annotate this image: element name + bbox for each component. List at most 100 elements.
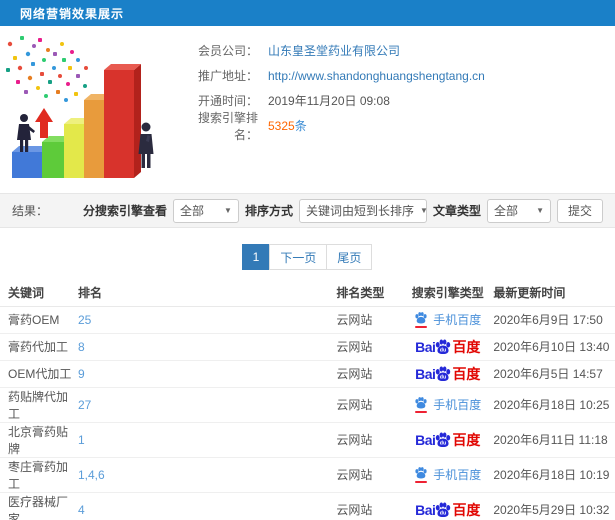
rank-link[interactable]: 27 [78,398,91,412]
result-label: 结果： [12,204,49,218]
engine-filter-select[interactable]: 全部 ▼ [172,198,239,223]
svg-text:du: du [440,348,446,354]
svg-text:du: du [440,511,446,517]
updated-cell: 2020年6月10日 13:40 [493,333,615,361]
bar-chart-illustration-image [6,36,154,178]
table-row: 膏药OEM 25 云网站 手机百度 2020年6月9日 17:50 [0,306,615,334]
rank-count-label: 搜索引擎排名： [197,110,258,142]
rank-cell: 25 [78,306,337,334]
engine-filter-label: 分搜索引擎查看 [82,204,167,218]
rank-link[interactable]: 1,4,6 [78,468,105,482]
updated-cell: 2020年6月5日 14:57 [493,360,615,388]
engine-cell: Bai du 百度 [402,360,494,388]
engine-cell: 手机百度 [402,387,494,423]
rank-type-cell: 云网站 [336,333,403,361]
promo-url-label: 推广地址： [197,69,258,83]
baidu-paw-icon: du [436,432,451,448]
article-type-label: 文章类型 [432,204,481,218]
page-button-current[interactable]: 1 [241,244,271,270]
baidu-logo-bai: Bai [415,432,436,448]
baidu-paw-icon [415,397,427,409]
next-page-button[interactable]: 下一页 [269,244,328,270]
keyword-cell: 医疗器械厂家 [0,492,78,520]
engine-filter-value: 全部 [179,204,204,218]
engine-cell: 手机百度 [402,457,494,493]
table-row: 药贴牌代加工 27 云网站 手机百度 2020年6月18日 10:25 [0,387,615,423]
rank-link[interactable]: 9 [78,367,85,381]
table-row: 枣庄膏药加工 1,4,6 云网站 手机百度 2020年6月18日 10:19 [0,457,615,493]
chevron-down-icon: ▼ [536,206,544,215]
baidu-logo-cn: 百度 [452,339,481,355]
red-underline [415,326,428,328]
header-updated: 最新更新时间 [493,279,615,307]
sort-filter-value: 关键词由短到长排序 [305,204,414,218]
svg-text:du: du [440,441,446,447]
bars [12,64,141,178]
baidu-paw-icon [415,312,427,324]
info-row-company: 会员公司： 山东皇圣堂药业有限公司 [190,38,615,63]
title-bar: 网络营销效果展示 [0,0,615,26]
article-type-select[interactable]: 全部 ▼ [486,198,551,223]
company-label: 会员公司： [197,44,258,58]
updated-cell: 2020年6月11日 11:18 [493,422,615,458]
pagination: 1 下一页 尾页 [0,244,615,270]
rank-link[interactable]: 4 [78,503,85,517]
baidu-logo: Bai du 百度 [415,338,481,355]
last-page-button[interactable]: 尾页 [326,244,373,270]
results-table-body: 膏药OEM 25 云网站 手机百度 2020年6月9日 17:50 膏药代加工 … [0,306,615,520]
info-section: 会员公司： 山东皇圣堂药业有限公司 推广地址： http://www.shand… [0,26,615,193]
rank-link[interactable]: 25 [78,313,91,327]
mobile-baidu-logo: 手机百度 [414,311,481,328]
baidu-logo: Bai du 百度 [415,365,480,382]
rank-type-cell: 云网站 [336,457,403,493]
header-engine-type: 搜索引擎类型 [402,279,494,307]
rank-count-value: 5325 [268,118,295,133]
red-underline [415,481,428,483]
open-time-value: 2019年11月20日 09:08 [268,94,390,108]
table-row: 医疗器械厂家 4 云网站 Bai du 百度 2020年5月29日 10:32 [0,492,615,520]
engine-cell: Bai du 百度 [402,422,494,458]
submit-button[interactable]: 提交 [556,198,603,223]
rank-link[interactable]: 1 [78,433,85,447]
updated-cell: 2020年5月29日 10:32 [493,492,615,520]
rank-link[interactable]: 8 [78,340,85,354]
red-underline [415,411,428,413]
rank-cell: 8 [78,333,337,361]
sort-filter-label: 排序方式 [244,204,293,218]
rank-cell: 27 [78,387,337,423]
keyword-cell: 北京膏药贴牌 [0,422,78,458]
page-title: 网络营销效果展示 [20,6,125,21]
rank-cell: 1 [78,422,337,458]
baidu-logo-cn: 百度 [452,432,481,448]
member-info-panel: 会员公司： 山东皇圣堂药业有限公司 推广地址： http://www.shand… [190,26,615,193]
open-time-label: 开通时间： [197,94,258,108]
baidu-paw-icon [415,467,427,479]
baidu-logo-bai: Bai [415,502,436,518]
header-rank-type: 排名类型 [336,279,403,307]
rank-cell: 9 [78,360,337,388]
page: 网络营销效果展示 会员公司： 山东皇圣堂药业有限公司 推广地址： http://… [0,0,615,520]
baidu-logo-bai: Bai [415,339,436,355]
sort-filter-select[interactable]: 关键词由短到长排序 ▼ [298,198,428,223]
rank-type-cell: 云网站 [336,492,403,520]
engine-cell: 手机百度 [402,306,494,334]
chevron-down-icon: ▼ [419,206,428,215]
baidu-logo-bai: Bai [415,366,436,382]
company-link[interactable]: 山东皇圣堂药业有限公司 [268,42,400,59]
rank-type-cell: 云网站 [336,422,403,458]
promo-url-link[interactable]: http://www.shandonghuangshengtang.cn [268,69,485,83]
baidu-paw-icon: du [436,366,451,382]
mobile-baidu-label: 手机百度 [433,398,482,412]
header-rank: 排名 [78,279,337,307]
results-table: 关键词 排名 排名类型 搜索引擎类型 最新更新时间 膏药OEM 25 云网站 手… [0,279,615,520]
mobile-baidu-label: 手机百度 [433,313,482,327]
mobile-baidu-logo: 手机百度 [414,466,481,483]
engine-cell: Bai du 百度 [402,492,494,520]
updated-cell: 2020年6月18日 10:19 [493,457,615,493]
keyword-cell: 药贴牌代加工 [0,387,78,423]
keyword-cell: 膏药代加工 [0,333,78,361]
keyword-cell: OEM代加工 [0,360,78,388]
baidu-logo: Bai du 百度 [415,431,481,448]
updated-cell: 2020年6月9日 17:50 [493,306,615,334]
rank-cell: 4 [78,492,337,520]
